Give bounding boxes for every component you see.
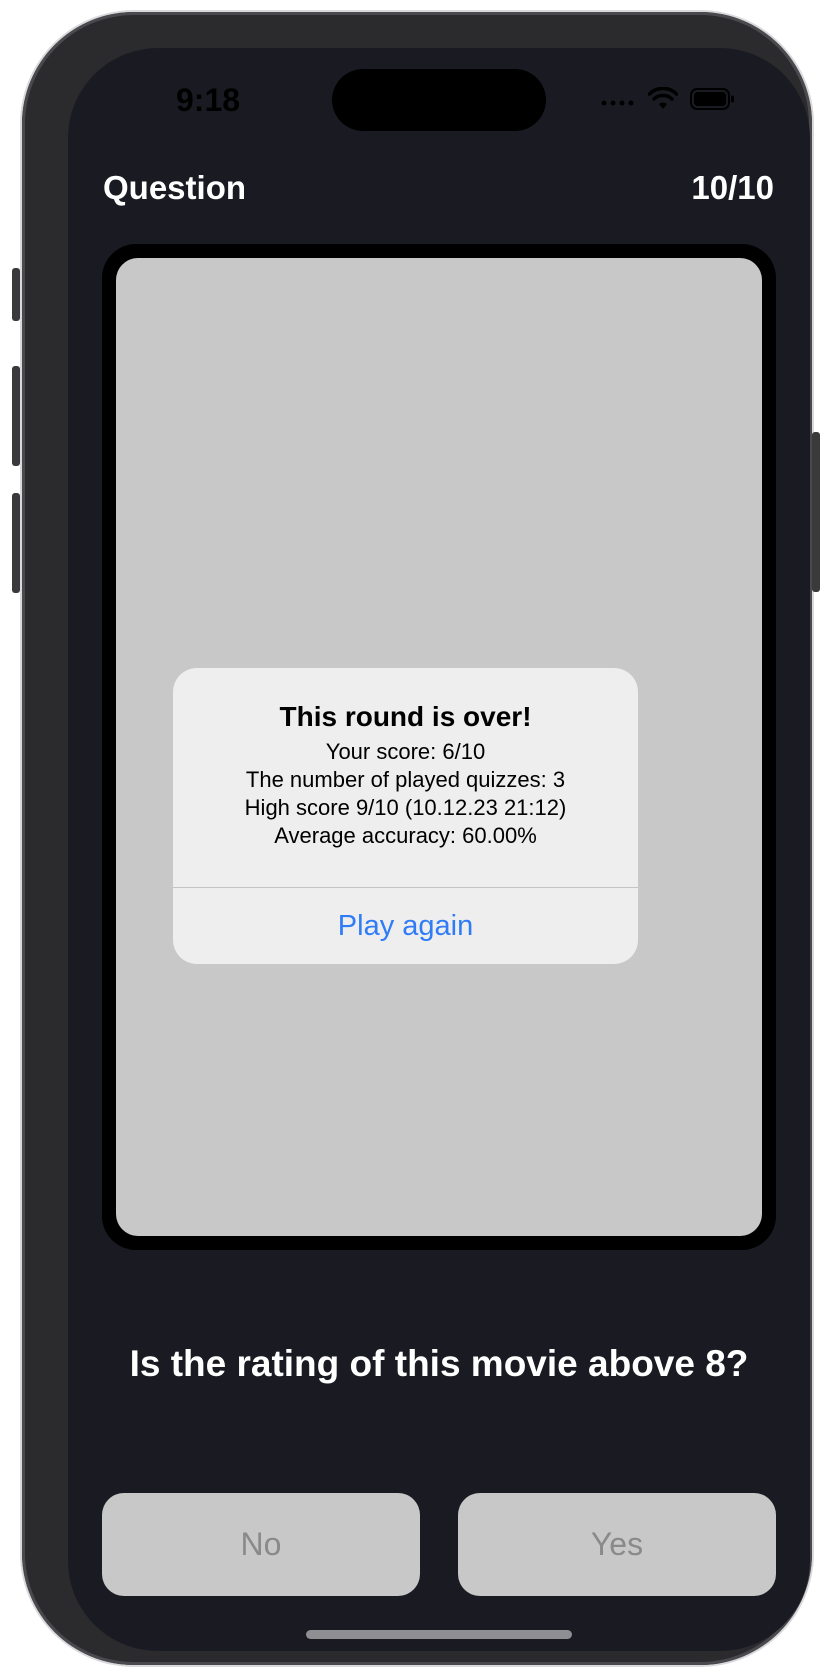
alert-message: Your score: 6/10 The number of played qu… — [173, 738, 638, 850]
yes-button[interactable]: Yes — [458, 1493, 776, 1596]
battery-icon — [690, 87, 736, 115]
question-label: Question — [103, 169, 247, 206]
alert-title: This round is over! — [279, 701, 532, 732]
question-counter: 10/10 — [691, 169, 774, 206]
wifi-icon — [647, 86, 679, 115]
alert-line-accuracy: Average accuracy: 60.00% — [274, 823, 537, 848]
phone-frame: 9:18 Question 10/10 Is the rating of thi… — [12, 12, 820, 1665]
home-indicator[interactable] — [306, 1630, 572, 1639]
no-button[interactable]: No — [102, 1493, 420, 1596]
question-text: Is the rating of this movie above 8? — [129, 1343, 749, 1384]
status-time: 9:18 — [176, 82, 241, 118]
dynamic-island — [332, 69, 546, 131]
silent-switch — [12, 268, 20, 321]
alert-line-score: Your score: 6/10 — [325, 739, 486, 764]
result-alert: This round is over! Your score: 6/10 The… — [173, 668, 638, 964]
status-icons — [600, 86, 736, 116]
power-button — [812, 432, 820, 592]
signal-icon — [600, 92, 636, 111]
play-again-button[interactable]: Play again — [173, 888, 638, 964]
alert-line-played-quizzes: The number of played quizzes: 3 — [245, 767, 566, 792]
volume-up-button — [12, 366, 20, 466]
alert-line-high-score: High score 9/10 (10.12.23 21:12) — [244, 795, 567, 820]
volume-down-button — [12, 493, 20, 593]
